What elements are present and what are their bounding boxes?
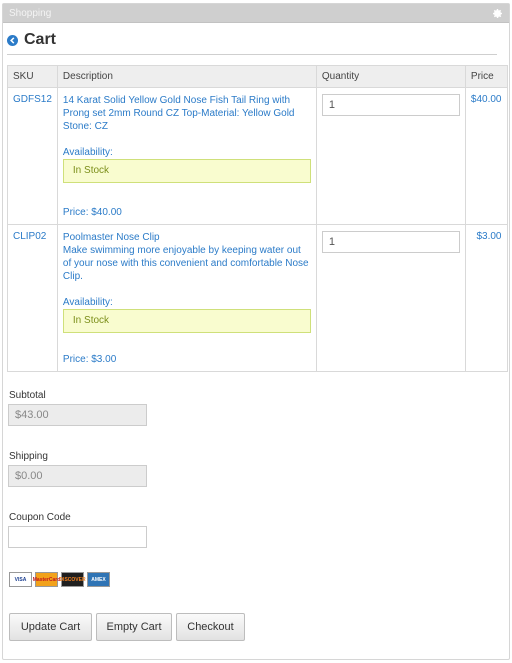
quantity-cell — [316, 224, 466, 372]
quantity-cell — [316, 87, 466, 225]
price-cell: $40.00 — [465, 87, 508, 225]
column-header-sku: SKU — [7, 65, 58, 88]
cart-table: SKU Description Quantity Price GDFS12 14… — [7, 65, 508, 372]
stock-status-badge: In Stock — [62, 309, 311, 333]
table-row: GDFS12 14 Karat Solid Yellow Gold Nose F… — [7, 87, 508, 225]
column-header-quantity: Quantity — [316, 65, 466, 88]
payment-cards: VISA MasterCard DISCOVER AMEX — [9, 572, 110, 587]
checkout-button[interactable]: Checkout — [176, 613, 245, 641]
sku-cell: CLIP02 — [7, 224, 58, 372]
gear-icon[interactable] — [491, 7, 503, 19]
quantity-input[interactable] — [321, 231, 460, 253]
coupon-code-input[interactable] — [8, 526, 147, 548]
shipping-label: Shipping — [9, 451, 48, 462]
description-cell: 14 Karat Solid Yellow Gold Nose Fish Tai… — [57, 87, 317, 225]
subtotal-field: $43.00 — [8, 404, 147, 426]
availability-label: Availability: — [62, 147, 113, 158]
availability-label: Availability: — [62, 297, 113, 308]
table-header-row: SKU Description Quantity Price — [7, 65, 508, 88]
visa-card-icon: VISA — [9, 572, 32, 587]
quantity-input[interactable] — [321, 94, 460, 116]
subtotal-label: Subtotal — [9, 390, 46, 401]
page-title: Cart — [24, 31, 57, 48]
shipping-field: $0.00 — [8, 465, 147, 487]
table-row: CLIP02 Poolmaster Nose Clip Make swimmin… — [7, 224, 508, 372]
description-cell: Poolmaster Nose Clip Make swimming more … — [57, 224, 317, 372]
product-detail: Make swimming more enjoyable by keeping … — [62, 245, 309, 282]
cart-heading: Cart — [7, 31, 497, 55]
unit-price: Price: $3.00 — [62, 354, 117, 365]
product-description[interactable]: Poolmaster Nose Clip — [63, 231, 311, 244]
product-description[interactable]: 14 Karat Solid Yellow Gold Nose Fish Tai… — [63, 94, 311, 133]
column-header-description: Description — [57, 65, 317, 88]
price-cell: $3.00 — [465, 224, 508, 372]
empty-cart-button[interactable]: Empty Cart — [96, 613, 172, 641]
widget-title: Shopping — [9, 7, 52, 19]
widget-titlebar: Shopping — [3, 4, 509, 23]
stock-status-badge: In Stock — [62, 159, 311, 183]
mastercard-icon: MasterCard — [33, 572, 60, 587]
amex-card-icon: AMEX — [87, 572, 110, 587]
sku-cell: GDFS12 — [7, 87, 58, 225]
coupon-code-label: Coupon Code — [9, 512, 71, 523]
discover-card-icon: DISCOVER — [59, 572, 86, 587]
update-cart-button[interactable]: Update Cart — [9, 613, 92, 641]
chevron-left-icon[interactable] — [7, 34, 18, 46]
unit-price: Price: $40.00 — [62, 207, 122, 218]
column-header-price: Price — [465, 65, 508, 88]
